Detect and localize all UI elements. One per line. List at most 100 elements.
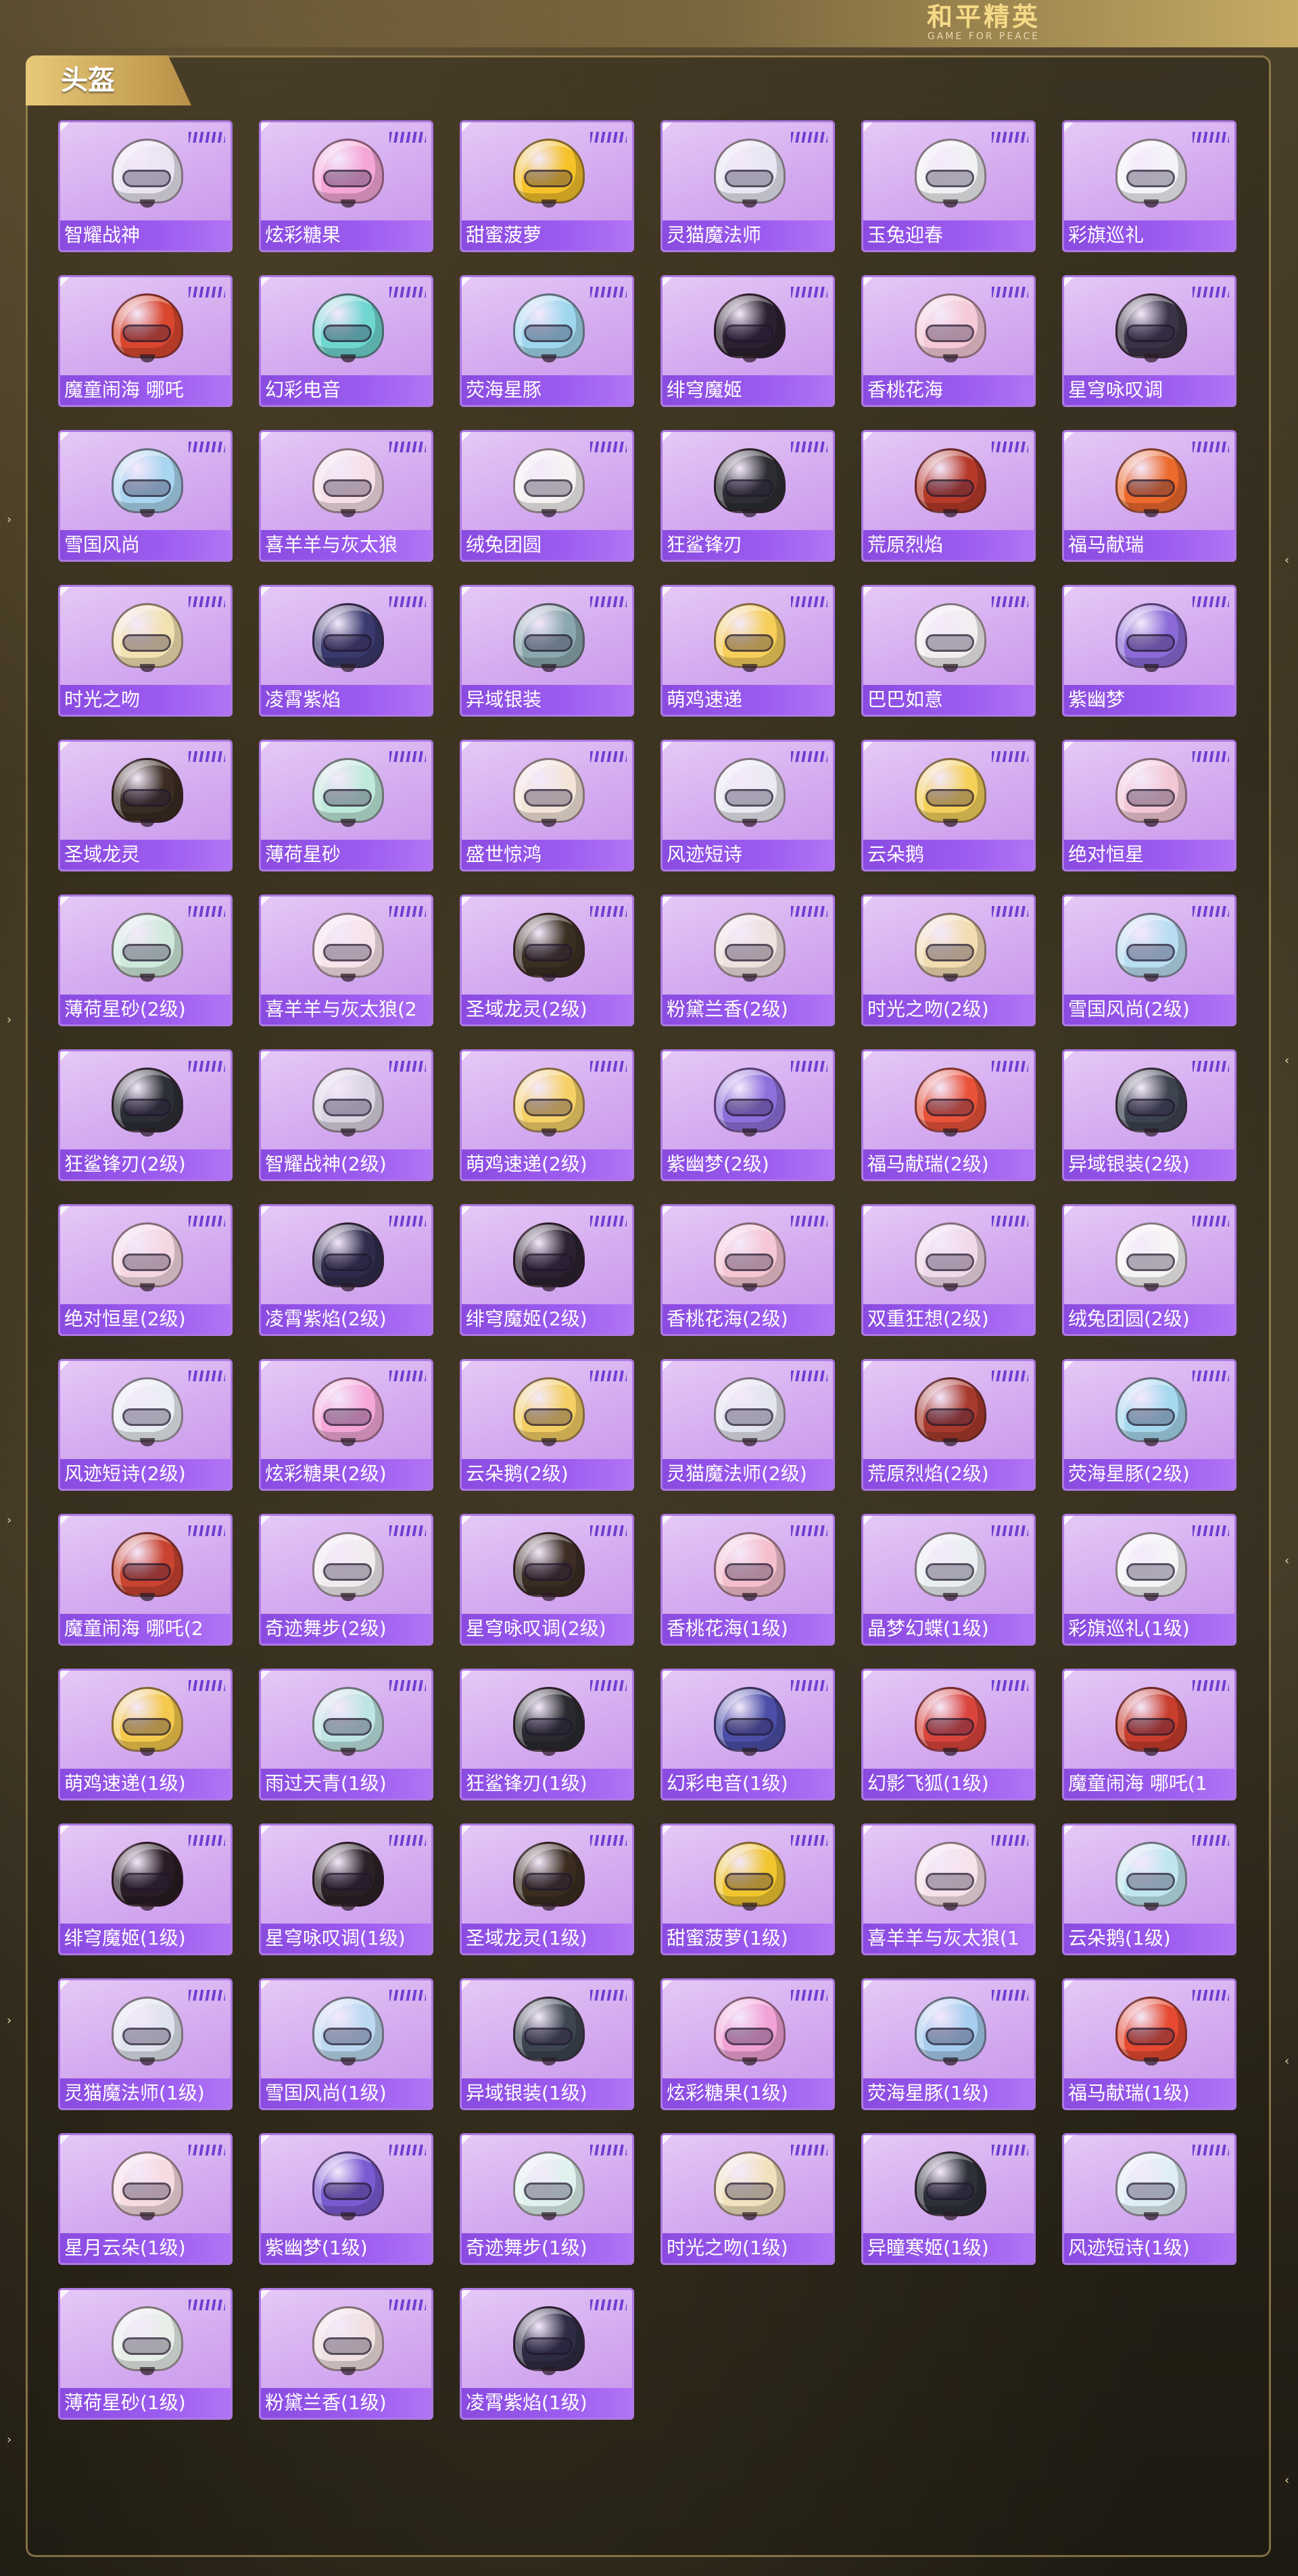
helmet-card[interactable]: 彩旗巡礼(1级): [1062, 1514, 1236, 1646]
helmet-card[interactable]: 荒原烈焰(2级): [861, 1359, 1036, 1491]
card-corner-mark: [261, 277, 270, 287]
helmet-card[interactable]: 星穹咏叹调: [1062, 275, 1236, 407]
helmet-card[interactable]: 紫幽梦(2级): [660, 1049, 835, 1181]
helmet-card[interactable]: 喜羊羊与灰太狼: [259, 430, 433, 562]
helmet-card[interactable]: 炫彩糖果: [259, 120, 433, 252]
helmet-icon: [911, 1993, 990, 2068]
helmet-card[interactable]: 奇迹舞步(1级): [460, 2133, 634, 2265]
helmet-card[interactable]: 彩旗巡礼: [1062, 120, 1236, 252]
helmet-card[interactable]: 圣域龙灵(1级): [460, 1823, 634, 1955]
helmet-card[interactable]: 福马献瑞: [1062, 430, 1236, 562]
helmet-card[interactable]: 灵猫魔法师(2级): [660, 1359, 835, 1491]
helmet-card[interactable]: 狂鲨锋刃(2级): [58, 1049, 233, 1181]
helmet-card[interactable]: 绝对恒星: [1062, 740, 1236, 872]
helmet-name: 喜羊羊与灰太狼: [265, 533, 398, 556]
helmet-card[interactable]: 喜羊羊与灰太狼(1: [861, 1823, 1036, 1955]
helmet-visor: [122, 325, 171, 342]
helmet-card[interactable]: 粉黛兰香(2级): [660, 895, 835, 1026]
helmet-card[interactable]: 雪国风尚(2级): [1062, 895, 1236, 1026]
helmet-card[interactable]: 玉兔迎春: [861, 120, 1036, 252]
helmet-card[interactable]: 灵猫魔法师: [660, 120, 835, 252]
helmet-card[interactable]: 雪国风尚(1级): [259, 1978, 433, 2110]
helmet-card[interactable]: 狂鲨锋刃: [660, 430, 835, 562]
helmet-card[interactable]: 狂鲨锋刃(1级): [460, 1669, 634, 1800]
helmet-card[interactable]: 荧海星豚(1级): [861, 1978, 1036, 2110]
helmet-card[interactable]: 荒原烈焰: [861, 430, 1036, 562]
helmet-card[interactable]: 幻彩电音(1级): [660, 1669, 835, 1800]
helmet-card[interactable]: 紫幽梦(1级): [259, 2133, 433, 2265]
helmet-card[interactable]: 绯穹魔姬: [660, 275, 835, 407]
helmet-card[interactable]: 甜蜜菠萝: [460, 120, 634, 252]
helmet-card[interactable]: 萌鸡速递(1级): [58, 1669, 233, 1800]
helmet-card[interactable]: 圣域龙灵: [58, 740, 233, 872]
helmet-name: 异域银装(2级): [1068, 1153, 1190, 1175]
helmet-card[interactable]: 异瞳寒姬(1级): [861, 2133, 1036, 2265]
helmet-card[interactable]: 绯穹魔姬(1级): [58, 1823, 233, 1955]
helmet-card[interactable]: 魔童闹海 哪吒(2: [58, 1514, 233, 1646]
helmet-card[interactable]: 双重狂想(2级): [861, 1204, 1036, 1336]
helmet-icon: [308, 1373, 388, 1449]
helmet-card[interactable]: 薄荷星砂(1级): [58, 2288, 233, 2420]
helmet-card[interactable]: 萌鸡速递: [660, 585, 835, 717]
helmet-name: 时光之吻(2级): [867, 998, 989, 1020]
helmet-card[interactable]: 绒兔团圆(2级): [1062, 1204, 1236, 1336]
helmet-card[interactable]: 风迹短诗(2级): [58, 1359, 233, 1491]
helmet-card[interactable]: 香桃花海: [861, 275, 1036, 407]
helmet-card[interactable]: 绒兔团圆: [460, 430, 634, 562]
helmet-card[interactable]: 凌霄紫焰(2级): [259, 1204, 433, 1336]
helmet-icon: [308, 1528, 388, 1604]
helmet-card[interactable]: 福马献瑞(2级): [861, 1049, 1036, 1181]
helmet-card[interactable]: 荧海星豚: [460, 275, 634, 407]
helmet-card[interactable]: 幻影飞狐(1级): [861, 1669, 1036, 1800]
helmet-card[interactable]: 紫幽梦: [1062, 585, 1236, 717]
helmet-name: 雪国风尚: [64, 533, 141, 556]
helmet-card[interactable]: 智耀战神: [58, 120, 233, 252]
helmet-card[interactable]: 晶梦幻蝶(1级): [861, 1514, 1036, 1646]
helmet-card[interactable]: 星穹咏叹调(1级): [259, 1823, 433, 1955]
helmet-card[interactable]: 香桃花海(1级): [660, 1514, 835, 1646]
card-stripes-decoration: [791, 906, 827, 917]
helmet-card[interactable]: 雪国风尚: [58, 430, 233, 562]
helmet-card[interactable]: 云朵鹅(2级): [460, 1359, 634, 1491]
helmet-card[interactable]: 异域银装(2级): [1062, 1049, 1236, 1181]
helmet-card[interactable]: 风迹短诗(1级): [1062, 2133, 1236, 2265]
helmet-card[interactable]: 凌霄紫焰(1级): [460, 2288, 634, 2420]
helmet-card[interactable]: 盛世惊鸿: [460, 740, 634, 872]
helmet-card[interactable]: 薄荷星砂(2级): [58, 895, 233, 1026]
helmet-card[interactable]: 魔童闹海 哪吒: [58, 275, 233, 407]
helmet-card[interactable]: 异域银装: [460, 585, 634, 717]
helmet-card[interactable]: 时光之吻(1级): [660, 2133, 835, 2265]
helmet-card[interactable]: 魔童闹海 哪吒(1: [1062, 1669, 1236, 1800]
helmet-card[interactable]: 风迹短诗: [660, 740, 835, 872]
helmet-card[interactable]: 智耀战神(2级): [259, 1049, 433, 1181]
helmet-card[interactable]: 幻彩电音: [259, 275, 433, 407]
helmet-card[interactable]: 奇迹舞步(2级): [259, 1514, 433, 1646]
helmet-card[interactable]: 绯穹魔姬(2级): [460, 1204, 634, 1336]
helmet-card[interactable]: 星穹咏叹调(2级): [460, 1514, 634, 1646]
helmet-card[interactable]: 时光之吻(2级): [861, 895, 1036, 1026]
helmet-card[interactable]: 巴巴如意: [861, 585, 1036, 717]
card-stripes-decoration: [389, 2145, 426, 2155]
card-stripes-decoration: [389, 906, 426, 917]
helmet-card[interactable]: 异域银装(1级): [460, 1978, 634, 2110]
helmet-card[interactable]: 绝对恒星(2级): [58, 1204, 233, 1336]
helmet-card[interactable]: 凌霄紫焰: [259, 585, 433, 717]
helmet-card[interactable]: 雨过天青(1级): [259, 1669, 433, 1800]
helmet-card[interactable]: 云朵鹅: [861, 740, 1036, 872]
helmet-card[interactable]: 灵猫魔法师(1级): [58, 1978, 233, 2110]
helmet-name: 狂鲨锋刃: [667, 533, 743, 556]
helmet-card[interactable]: 云朵鹅(1级): [1062, 1823, 1236, 1955]
helmet-card[interactable]: 香桃花海(2级): [660, 1204, 835, 1336]
helmet-card[interactable]: 甜蜜菠萝(1级): [660, 1823, 835, 1955]
helmet-card[interactable]: 粉黛兰香(1级): [259, 2288, 433, 2420]
helmet-card[interactable]: 炫彩糖果(1级): [660, 1978, 835, 2110]
helmet-card[interactable]: 喜羊羊与灰太狼(2: [259, 895, 433, 1026]
helmet-card[interactable]: 荧海星豚(2级): [1062, 1359, 1236, 1491]
helmet-card[interactable]: 福马献瑞(1级): [1062, 1978, 1236, 2110]
helmet-card[interactable]: 星月云朵(1级): [58, 2133, 233, 2265]
helmet-card[interactable]: 炫彩糖果(2级): [259, 1359, 433, 1491]
helmet-card[interactable]: 圣域龙灵(2级): [460, 895, 634, 1026]
helmet-card[interactable]: 时光之吻: [58, 585, 233, 717]
helmet-card[interactable]: 萌鸡速递(2级): [460, 1049, 634, 1181]
helmet-card[interactable]: 薄荷星砂: [259, 740, 433, 872]
